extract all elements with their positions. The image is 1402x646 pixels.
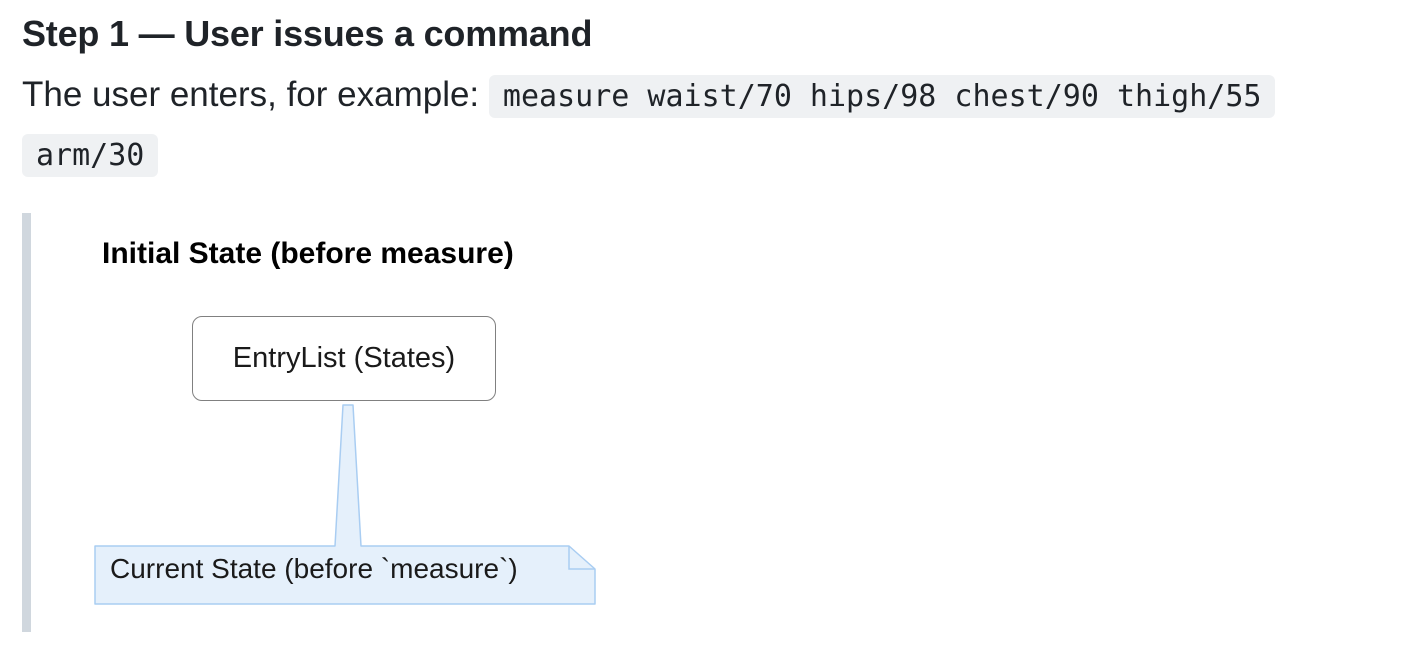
diagram-blockquote: Initial State (before measure) EntryList… bbox=[22, 213, 1401, 632]
diagram-title: Initial State (before measure) bbox=[102, 237, 514, 270]
intro-text: The user enters, for example: bbox=[22, 75, 489, 114]
entrylist-node-label: EntryList (States) bbox=[232, 342, 456, 374]
intro-paragraph: The user enters, for example: measure wa… bbox=[22, 66, 1392, 184]
entrylist-node: EntryList (States) bbox=[192, 316, 496, 401]
step-heading: Step 1 — User issues a command bbox=[22, 13, 593, 54]
current-state-note-label: Current State (before `measure`) bbox=[110, 553, 518, 584]
object-diagram: Initial State (before measure) EntryList… bbox=[40, 213, 1400, 632]
